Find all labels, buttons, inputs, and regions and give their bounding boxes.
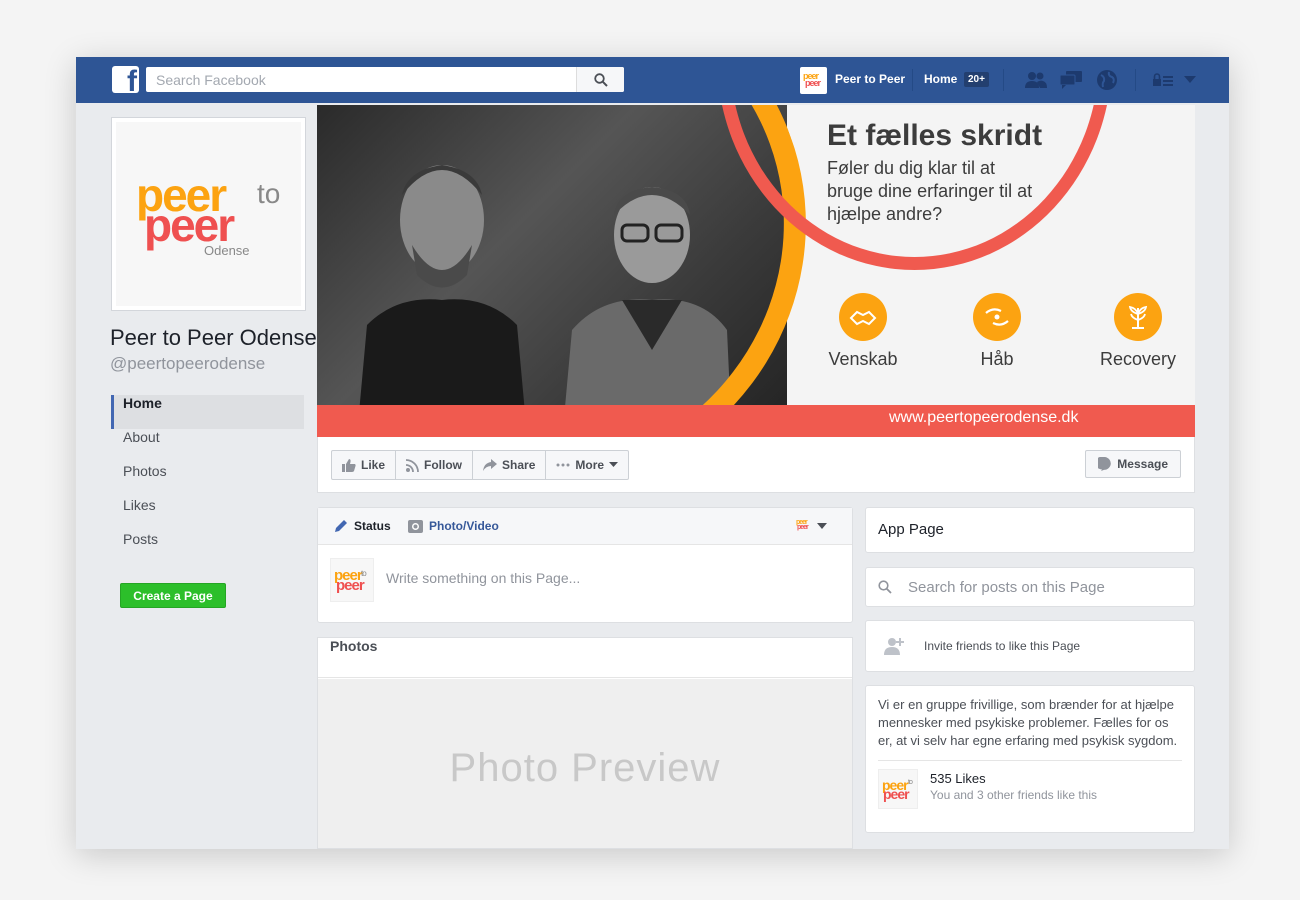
follow-button[interactable]: Follow [396, 451, 474, 479]
composer-text-input[interactable]: Write something on this Page... [386, 570, 580, 586]
cover-photo[interactable]: Et fælles skridt Føler du dig klar til a… [317, 105, 1195, 437]
more-button[interactable]: More [546, 451, 628, 479]
profile-picture[interactable]: peer to peer Odense [111, 117, 306, 311]
privacy-shortcuts-icon[interactable] [1151, 69, 1175, 91]
add-friend-icon [884, 638, 904, 655]
composer-tabs: Status Photo/Video peer peer [318, 508, 852, 545]
page-post-search-input[interactable]: Search for posts on this Page [908, 579, 1105, 596]
messages-icon[interactable] [1059, 69, 1083, 91]
message-button[interactable]: Message [1085, 450, 1181, 478]
notifications-globe-icon[interactable] [1095, 69, 1119, 91]
app-page-card[interactable]: App Page [865, 507, 1195, 553]
rss-follow-icon [406, 458, 419, 472]
cover-subheadline: Føler du dig klar til at bruge dine erfa… [827, 158, 1033, 224]
sidebar-item-posts[interactable]: Posts [111, 531, 304, 565]
page-likes-summary[interactable]: peer to peer 535 Likes You and 3 other f… [866, 761, 1194, 817]
search-button[interactable] [576, 67, 624, 92]
search-icon [593, 72, 608, 87]
sidebar-item-likes[interactable]: Likes [111, 497, 304, 531]
chevron-down-icon [609, 462, 619, 467]
badge-recovery: Recovery [1088, 293, 1188, 370]
share-button[interactable]: Share [473, 451, 547, 479]
page-sidebar-nav: Home About Photos Likes Posts [111, 395, 304, 565]
cover-headline: Et fælles skridt [827, 119, 1043, 152]
post-as-avatar[interactable]: peer peer [796, 519, 812, 531]
cover-website-url: www.peertopeerodense.dk [889, 409, 1079, 426]
photo-preview-text: Photo Preview [449, 746, 721, 790]
photos-section: Photos Photo Preview [317, 637, 853, 849]
helping-hands-icon [973, 293, 1021, 341]
app-page-label: App Page [878, 521, 944, 538]
like-button[interactable]: Like [332, 451, 397, 479]
post-as-chevron-down-icon[interactable] [817, 523, 827, 529]
page-action-bar: Like Follow Share More Message [317, 437, 1195, 493]
search-icon [878, 580, 892, 594]
likes-count[interactable]: 535 Likes [930, 771, 986, 786]
likes-page-avatar: peer to peer [878, 769, 918, 809]
friend-requests-icon[interactable] [1024, 69, 1048, 91]
about-card: Vi er en gruppe frivillige, som brænder … [865, 685, 1195, 833]
tab-photo-video[interactable]: Photo/Video [408, 519, 499, 533]
sprout-icon [1114, 293, 1162, 341]
badge-haab: Håb [947, 293, 1047, 370]
friends-like-text: You and 3 other friends like this [930, 788, 1097, 802]
top-navigation-bar: f peer peer Peer to Peer Home 20+ [76, 57, 1229, 103]
ellipsis-icon [556, 463, 570, 467]
account-menu-chevron-down-icon[interactable] [1178, 69, 1202, 91]
handshake-icon [839, 293, 887, 341]
page-title: Peer to Peer Odense [110, 325, 317, 350]
photo-preview-area[interactable]: Photo Preview [318, 679, 852, 848]
pencil-icon [335, 520, 347, 532]
messenger-icon [1098, 457, 1112, 471]
nav-divider [1135, 69, 1136, 91]
facebook-window: f peer peer Peer to Peer Home 20+ [76, 57, 1229, 849]
nav-divider [912, 69, 913, 91]
nav-home-link[interactable]: Home [924, 72, 957, 86]
nav-divider [1003, 69, 1004, 91]
camera-icon [408, 519, 423, 533]
post-composer: Status Photo/Video peer peer peer to pee… [317, 507, 853, 623]
about-description: Vi er en gruppe frivillige, som brænder … [878, 697, 1178, 748]
nav-page-name[interactable]: Peer to Peer [835, 72, 905, 86]
tab-status[interactable]: Status [334, 519, 391, 533]
page-handle: @peertopeerodense [110, 354, 266, 373]
create-page-button[interactable]: Create a Page [120, 583, 226, 608]
search-input[interactable] [146, 67, 624, 92]
sidebar-item-about[interactable]: About [111, 429, 304, 463]
invite-friends-card[interactable]: Invite friends to like this Page [865, 620, 1195, 672]
composer-avatar: peer to peer [330, 558, 374, 602]
action-button-group: Like Follow Share More [331, 450, 630, 480]
nav-page-avatar[interactable]: peer peer [800, 67, 827, 94]
thumbs-up-icon [342, 458, 356, 472]
page-post-search[interactable]: Search for posts on this Page [865, 567, 1195, 607]
share-arrow-icon [483, 459, 498, 471]
sidebar-item-photos[interactable]: Photos [111, 463, 304, 497]
invite-friends-link[interactable]: Invite friends to like this Page [924, 639, 1080, 653]
sidebar-item-home[interactable]: Home [111, 395, 304, 429]
facebook-logo[interactable]: f [112, 66, 139, 93]
badge-venskab: Venskab [813, 293, 913, 370]
home-notification-badge: 20+ [964, 72, 989, 87]
peer-to-peer-logo: peer to peer Odense [116, 122, 301, 306]
photos-section-title[interactable]: Photos [318, 638, 852, 678]
